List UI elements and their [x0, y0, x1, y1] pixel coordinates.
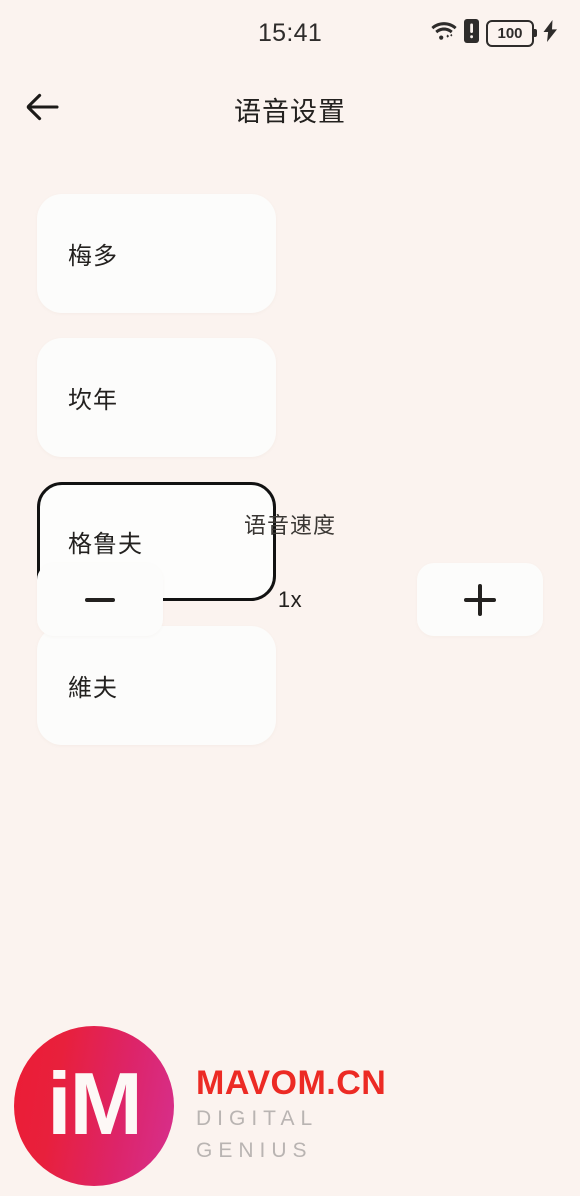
voice-options-grid: 梅多 坎年 格鲁夫 維夫 — [37, 194, 543, 745]
watermark-logo-text: iM — [47, 1054, 143, 1153]
speed-value-label: 1x — [277, 586, 303, 612]
minus-icon — [85, 597, 115, 602]
speed-increase-button[interactable] — [417, 563, 543, 636]
watermark-tagline: DIGITAL GENIUS — [196, 1107, 318, 1162]
watermark-logo-icon: iM — [14, 1026, 174, 1186]
voice-option-card-4[interactable]: 維夫 — [37, 626, 276, 745]
watermark: iM MAVOM.CN DIGITAL GENIUS — [14, 1024, 434, 1188]
speed-stepper: 1x — [37, 563, 543, 636]
speed-section-title: 语音速度 — [243, 513, 336, 538]
sim-alert-icon — [464, 18, 479, 48]
voice-option-label: 維夫 — [68, 675, 118, 702]
status-bar-icons: 100 — [431, 0, 558, 66]
voice-option-card-1[interactable]: 梅多 — [37, 194, 276, 313]
app-header: 语音设置 — [0, 66, 580, 152]
voice-option-label: 坎年 — [68, 387, 118, 414]
charging-bolt-icon — [543, 19, 558, 47]
speed-decrease-button[interactable] — [37, 563, 163, 636]
watermark-brand: MAVOM.CN — [196, 1063, 387, 1102]
battery-percent-label: 100 — [497, 24, 523, 42]
wifi-icon — [431, 21, 457, 46]
battery-icon: 100 — [486, 19, 537, 47]
voice-option-card-2[interactable]: 坎年 — [37, 338, 276, 457]
status-bar: 15:41 100 — [0, 0, 580, 66]
plus-icon — [464, 583, 496, 616]
voice-option-label: 梅多 — [68, 243, 118, 270]
page-title: 语音设置 — [234, 96, 346, 127]
watermark-text-block: MAVOM.CN DIGITAL GENIUS — [196, 1046, 434, 1166]
status-bar-clock: 15:41 — [257, 18, 323, 47]
